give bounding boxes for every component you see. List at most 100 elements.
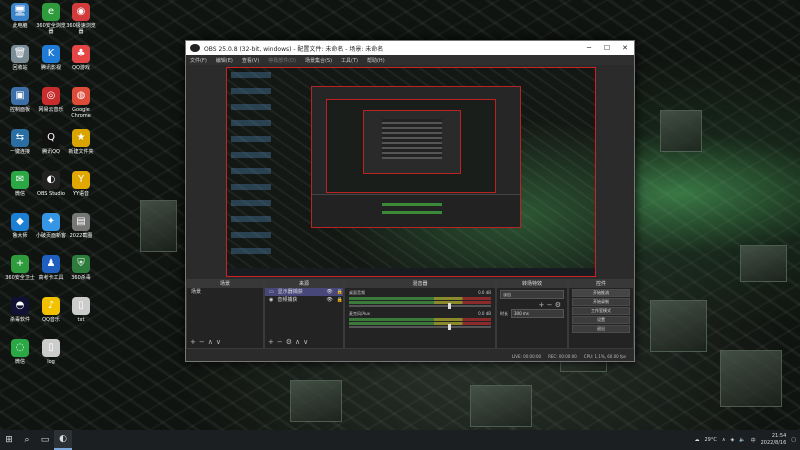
obs-taskbar-icon[interactable]: ◐ xyxy=(54,430,72,450)
duration-input[interactable]: 300 ms xyxy=(511,309,564,318)
network-icon[interactable]: ◈ xyxy=(731,437,735,443)
desktop-icon-label: QQ游戏 xyxy=(72,65,90,71)
desktop-icon[interactable]: 🖥 此电脑 xyxy=(5,3,35,29)
desktop-icon[interactable]: 🗑 回收站 xyxy=(5,45,35,71)
desktop-icon-label: 360安全卫士 xyxy=(5,275,35,281)
obs-app-icon xyxy=(190,44,200,52)
desktop-icon[interactable]: ▯ log xyxy=(36,339,66,365)
start-button[interactable]: ⊞ xyxy=(0,430,18,450)
desktop-icon[interactable]: Y YY语音 xyxy=(66,171,96,197)
controls-dock: 控件 开始推流 开始录制 工作室模式 设置 退出 xyxy=(568,279,634,349)
lock-icon[interactable]: 🔒 xyxy=(337,296,343,304)
eye-icon[interactable]: 👁 xyxy=(326,288,332,296)
source-item-label: 显示器捕获 xyxy=(277,289,303,295)
desktop-icon-label: 鲁大师 xyxy=(12,233,28,239)
clock-time: 21:54 xyxy=(771,433,787,439)
desktop-icon-label: 新建文件夹 xyxy=(68,149,94,155)
menu-scene-collection[interactable]: 场景集合(S) xyxy=(305,57,332,64)
search-icon[interactable]: ⌕ xyxy=(18,430,36,450)
app-icon: 🗑 xyxy=(11,45,29,63)
app-icon: Q xyxy=(42,129,60,147)
desktop-icon-label: log xyxy=(47,359,55,365)
app-icon: Y xyxy=(72,171,90,189)
remove-transition-button[interactable]: − xyxy=(547,301,553,309)
preview-canvas[interactable] xyxy=(226,67,596,277)
source-item[interactable]: ▭ 显示器捕获 👁 🔒 xyxy=(265,288,343,296)
desktop-icon[interactable]: ★ 新建文件夹 xyxy=(66,129,96,155)
volume-slider[interactable] xyxy=(349,324,491,330)
menu-docks[interactable]: 停靠部件(D) xyxy=(268,57,296,64)
source-item[interactable]: ◉ 音频捕获 👁 🔒 xyxy=(265,296,343,304)
minimize-button[interactable]: ─ xyxy=(580,44,598,52)
weather-icon[interactable]: ☁ xyxy=(694,437,699,443)
scene-down-button[interactable]: ∨ xyxy=(216,338,224,346)
desktop-icon[interactable]: ♪ QQ音乐 xyxy=(36,297,66,323)
preview-nested-inner xyxy=(363,110,461,174)
obs-window[interactable]: OBS 25.0.8 (32-bit, windows) - 配置文件: 未命名… xyxy=(185,40,635,362)
desktop-icon[interactable]: ◓ 杀毒软件 xyxy=(5,297,35,323)
studio-mode-button[interactable]: 工作室模式 xyxy=(572,307,630,315)
clock[interactable]: 21:54 2022/8/16 xyxy=(761,433,787,447)
settings-button[interactable]: 设置 xyxy=(572,316,630,324)
desktop-icon[interactable]: ◆ 鲁大师 xyxy=(5,213,35,239)
gear-icon[interactable]: ⚙ xyxy=(286,338,295,346)
lock-icon[interactable]: 🔒 xyxy=(337,288,343,296)
remove-source-button[interactable]: − xyxy=(277,338,286,346)
gear-icon[interactable]: ⚙ xyxy=(555,301,561,309)
desktop-icon-label: YY语音 xyxy=(72,191,90,197)
maximize-button[interactable]: ☐ xyxy=(598,44,616,52)
transition-select[interactable]: 淡出 xyxy=(500,290,564,299)
desktop-icon[interactable]: +360安全卫士 xyxy=(5,255,35,281)
obs-title-bar[interactable]: OBS 25.0.8 (32-bit, windows) - 配置文件: 未命名… xyxy=(186,41,634,55)
sources-toolbar: +−⚙∧∨ xyxy=(268,338,311,346)
transition-toolbar: + − ⚙ xyxy=(497,301,567,309)
app-icon: e xyxy=(42,3,60,21)
desktop-icon[interactable]: ◐ OBS Studio xyxy=(36,171,66,197)
menu-tools[interactable]: 工具(T) xyxy=(341,57,358,64)
desktop-icon-label: 腾讯QQ xyxy=(42,149,60,155)
close-button[interactable]: ✕ xyxy=(616,44,634,52)
desktop-icon[interactable]: ▯ txt xyxy=(66,297,96,323)
volume-slider[interactable] xyxy=(349,303,491,309)
desktop-icon[interactable]: ♟ 高考卡工具 xyxy=(36,255,66,281)
eye-icon[interactable]: 👁 xyxy=(326,296,332,304)
desktop-icon[interactable]: Q 腾讯QQ xyxy=(36,129,66,155)
chevron-up-icon[interactable]: ∧ xyxy=(722,437,726,443)
desktop-icon[interactable]: e 360安全浏览器 xyxy=(36,3,66,35)
start-streaming-button[interactable]: 开始推流 xyxy=(572,289,630,297)
scene-up-button[interactable]: ∧ xyxy=(208,338,216,346)
desktop-icon[interactable]: K 腾讯影视 xyxy=(36,45,66,71)
desktop-icon[interactable]: ▣ 控制面板 xyxy=(5,87,35,113)
desktop-icon-label: txt xyxy=(77,317,85,323)
desktop-icon[interactable]: ◎ 网易云音乐 xyxy=(36,87,66,113)
desktop-icon[interactable]: ▤ 2022截图 xyxy=(66,213,96,239)
desktop-icon[interactable]: ♣ QQ游戏 xyxy=(66,45,96,71)
source-down-button[interactable]: ∨ xyxy=(303,338,311,346)
add-transition-button[interactable]: + xyxy=(539,301,545,309)
desktop-icon[interactable]: ✦ 小破页面新客 xyxy=(36,213,66,239)
add-source-button[interactable]: + xyxy=(268,338,277,346)
input-method-icon[interactable]: 中 xyxy=(751,437,756,444)
mixer-channel: 麦克风/Aux 0.0 dB xyxy=(345,309,495,330)
task-view-icon[interactable]: ▭ xyxy=(36,430,54,450)
desktop-icon[interactable]: ⛨ 360杀毒 xyxy=(66,255,96,281)
menu-help[interactable]: 帮助(H) xyxy=(367,57,385,64)
source-up-button[interactable]: ∧ xyxy=(295,338,303,346)
add-scene-button[interactable]: + xyxy=(190,338,199,346)
start-recording-button[interactable]: 开始录制 xyxy=(572,298,630,306)
desktop-icon[interactable]: ⇆ 一键连接 xyxy=(5,129,35,155)
desktop-icon[interactable]: ✉ 微信 xyxy=(5,171,35,197)
live-status: LIVE: 00:00:00 xyxy=(511,353,542,359)
desktop-icon[interactable]: ◉ 360极速浏览器 xyxy=(66,3,96,35)
desktop-icon[interactable]: ◌ 微信 xyxy=(5,339,35,365)
menu-file[interactable]: 文件(F) xyxy=(190,57,207,64)
scene-item[interactable]: 场景 xyxy=(187,288,263,296)
desktop-icon[interactable]: ◍ Google Chrome xyxy=(66,87,96,119)
exit-button[interactable]: 退出 xyxy=(572,325,630,333)
menu-view[interactable]: 查看(V) xyxy=(242,57,259,64)
desktop-icon-label: 小破页面新客 xyxy=(36,233,67,239)
volume-icon[interactable]: 🔈 xyxy=(739,437,745,443)
menu-edit[interactable]: 编辑(E) xyxy=(216,57,233,64)
notification-icon[interactable]: ▢ xyxy=(791,437,796,443)
remove-scene-button[interactable]: − xyxy=(199,338,208,346)
